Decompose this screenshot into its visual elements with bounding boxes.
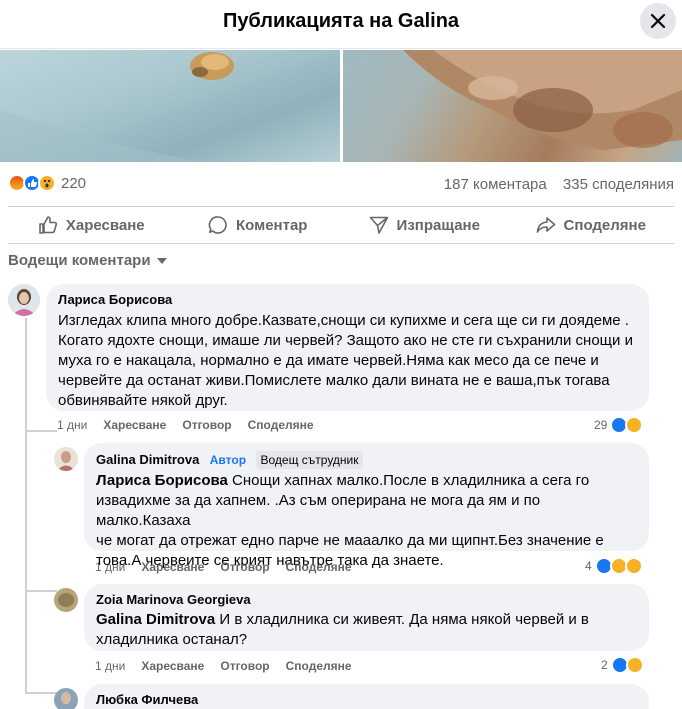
avatar[interactable] <box>8 284 40 316</box>
send-button[interactable]: Изпращане <box>341 207 508 243</box>
comment-age[interactable]: 1 дни <box>95 659 125 673</box>
comment-share-button[interactable]: Споделяне <box>248 418 314 432</box>
thread-line <box>25 692 57 694</box>
comment-line: обвинявайте някой друг. <box>58 392 228 409</box>
mention-link[interactable]: Лариса Борисова <box>96 472 228 489</box>
post-photo-1[interactable] <box>0 50 340 162</box>
comment-reaction-count: 4 <box>585 559 592 573</box>
avatar-image <box>8 284 40 316</box>
comment-like-button[interactable]: Харесване <box>141 560 204 574</box>
avatar-image <box>54 447 78 471</box>
reaction-count: 220 <box>61 174 87 192</box>
author-badge: Автор <box>209 453 247 467</box>
haha-icon <box>625 656 644 674</box>
comment-text: Лариса Борисова Снощи хапнах малко.После… <box>96 471 637 571</box>
comment-button[interactable]: Коментар <box>175 207 342 243</box>
comment-like-button[interactable]: Харесване <box>103 418 166 432</box>
comment-share-button[interactable]: Споделяне <box>286 560 352 574</box>
comment-age[interactable]: 1 дни <box>95 560 125 574</box>
like-button-label: Харесване <box>65 216 145 234</box>
comment-author[interactable]: Zoia Marinova Georgieva <box>96 592 637 608</box>
divider <box>8 243 674 244</box>
send-button-label: Изпращане <box>396 216 480 234</box>
comment-button-label: Коментар <box>236 216 308 234</box>
share-icon <box>536 217 555 233</box>
dialog-title: Публикацията на Galina <box>222 10 460 32</box>
wow-icon <box>38 174 56 192</box>
comment-bubble: Galina Dimitrova Автор Водещ сътрудник Л… <box>84 443 649 569</box>
comment-text: Galina Dimitrova И в хладилника си живея… <box>96 610 637 650</box>
reaction-summary[interactable]: 220 <box>8 174 86 192</box>
comment-reply-button[interactable]: Отговор <box>182 418 231 432</box>
comment-author[interactable]: Любка Филчева <box>96 692 637 708</box>
comment-header: Galina Dimitrova Автор Водещ сътрудник <box>96 451 637 469</box>
comment-icon <box>208 216 227 234</box>
send-icon <box>369 216 388 234</box>
comment-line: Лариса Борисова Снощи хапнах малко.После… <box>96 471 637 491</box>
comment-share-button[interactable]: Споделяне <box>286 659 352 673</box>
comment-meta: 1 дни Харесване Отговор Споделяне <box>57 418 314 432</box>
comment-line-text: И в хладилника си живеят. Да няма някой … <box>215 611 589 628</box>
post-photos <box>0 50 682 162</box>
comment-bubble: Лариса Борисова Изгледах клипа много доб… <box>46 284 649 411</box>
post-action-bar: Харесване Коментар Изпращане Споделяне <box>8 207 674 243</box>
comment-reaction-count: 2 <box>601 658 608 672</box>
comment-reply-button[interactable]: Отговор <box>220 659 269 673</box>
comment-line: муха го е накацала, нормално е да имате … <box>58 352 599 369</box>
comment-reaction-count: 29 <box>594 418 608 432</box>
comment-text: Изгледах клипа много добре.Казвате,снощи… <box>58 311 637 411</box>
comment-reply-button[interactable]: Отговор <box>220 560 269 574</box>
thread-line <box>25 318 27 598</box>
dialog-header: Публикацията на Galina <box>0 0 682 49</box>
share-button-label: Споделяне <box>563 216 646 234</box>
chevron-down-icon <box>156 257 167 264</box>
comment-line: червейте да останат живи.Помислете малко… <box>58 372 610 389</box>
post-stats: 220 187 коментара 335 споделяния <box>0 170 682 200</box>
comment-bubble: Zoia Marinova Georgieva Galina Dimitrova… <box>84 584 649 651</box>
comment-like-button[interactable]: Харесване <box>141 659 204 673</box>
comment-line: че могат да отрежат едно парче не мааалк… <box>96 532 604 549</box>
avatar[interactable] <box>54 447 78 471</box>
sad-icon <box>624 557 643 575</box>
thumbs-up-icon <box>39 216 57 234</box>
comment-count[interactable]: 187 коментара <box>444 176 547 193</box>
post-photo-2[interactable] <box>343 50 682 162</box>
comment-meta: 1 дни Харесване Отговор Споделяне <box>95 560 352 574</box>
photo-content <box>0 52 234 162</box>
like-button[interactable]: Харесване <box>8 207 175 243</box>
comment-line-text: Снощи хапнах малко.После в хладилника а … <box>227 472 590 489</box>
comment-bubble: Любка Филчева <box>84 684 649 709</box>
comment-author[interactable]: Galina Dimitrova <box>96 452 199 467</box>
haha-icon <box>625 416 644 434</box>
comment-meta: 1 дни Харесване Отговор Споделяне <box>95 659 352 673</box>
comment-author[interactable]: Лариса Борисова <box>58 292 637 308</box>
thread-line <box>25 598 27 693</box>
comment-sort-label: Водещи коментари <box>8 252 151 269</box>
comment-sort-dropdown[interactable]: Водещи коментари <box>8 252 167 269</box>
thread-line <box>25 430 57 432</box>
comment-reactions[interactable]: 2 <box>601 656 644 674</box>
avatar-image <box>54 588 78 612</box>
comment-line: хладилника останал? <box>96 631 248 648</box>
comment-line: Изгледах клипа много добре.Казвате,снощи… <box>58 312 629 329</box>
photo-content <box>403 50 682 150</box>
avatar-image <box>54 688 78 709</box>
thread-line <box>25 590 57 592</box>
comment-age[interactable]: 1 дни <box>57 418 87 432</box>
engagement-counts: 187 коментара 335 споделяния <box>444 176 674 193</box>
comment-line: Когато ядохте снощи, имаше ли червей? За… <box>58 332 633 349</box>
share-button[interactable]: Споделяне <box>508 207 675 243</box>
avatar[interactable] <box>54 688 78 709</box>
share-count[interactable]: 335 споделяния <box>563 176 674 193</box>
avatar[interactable] <box>54 588 78 612</box>
close-button[interactable] <box>640 3 676 39</box>
comment-reactions[interactable]: 29 <box>594 416 644 434</box>
comment-line: Galina Dimitrova И в хладилника си живея… <box>96 610 637 630</box>
comment-reactions[interactable]: 4 <box>585 557 643 575</box>
comment-line: извадихме за да хапнем. .Аз съм опериран… <box>96 492 541 529</box>
mention-link[interactable]: Galina Dimitrova <box>96 611 215 628</box>
close-icon <box>650 13 666 29</box>
top-contributor-badge: Водещ сътрудник <box>256 451 363 469</box>
